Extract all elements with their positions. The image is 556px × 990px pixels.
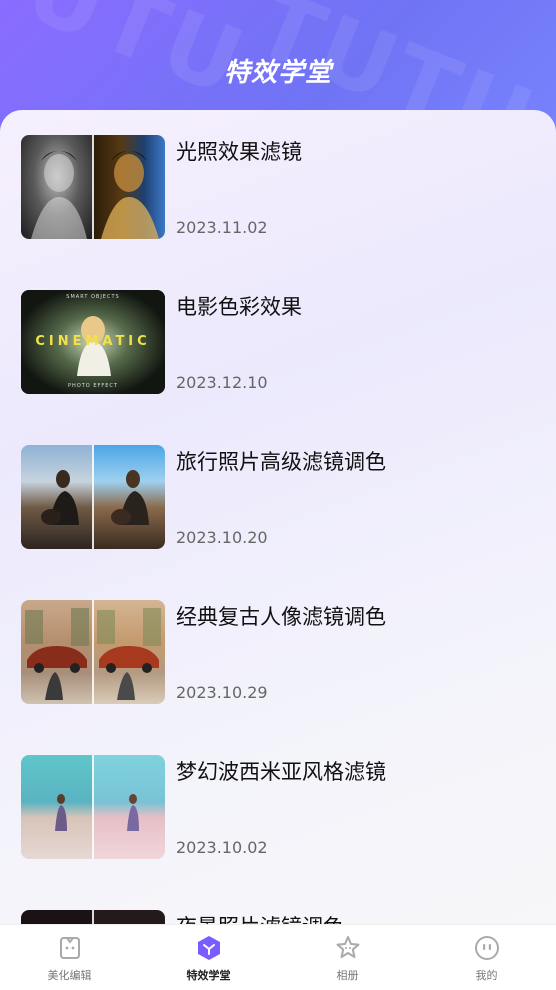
vintage-car	[97, 608, 161, 700]
article-thumbnail	[21, 755, 165, 859]
compare-divider	[92, 600, 94, 704]
list-item[interactable]: 梦幻波西米亚风格滤镜 2023.10.02	[21, 755, 541, 861]
tab-label: 特效学堂	[186, 969, 231, 982]
portrait-silhouette	[31, 151, 87, 239]
article-thumbnail: SMART OBJECTS CINEMATIC PHOTO EFFECT	[21, 290, 165, 394]
thumb-bottom-text: PHOTO EFFECT	[68, 383, 118, 389]
thumb-top-text: SMART OBJECTS	[66, 294, 120, 300]
tab-label: 我的	[475, 969, 498, 982]
tab-label: 美化编辑	[47, 969, 92, 982]
thumb-main-text: CINEMATIC	[35, 334, 151, 349]
article-thumbnail	[21, 135, 165, 239]
article-title: 夜景照片滤镜调色	[176, 911, 344, 924]
article-date: 2023.12.10	[176, 373, 268, 392]
article-thumbnail	[21, 910, 165, 924]
compare-divider	[92, 445, 94, 549]
edit-face-icon	[60, 937, 80, 959]
article-thumbnail	[21, 445, 165, 549]
list-item[interactable]: 光照效果滤镜 2023.11.02	[21, 135, 541, 241]
article-title: 梦幻波西米亚风格滤镜	[176, 760, 386, 784]
tab-beautify-edit[interactable]: 美化编辑	[0, 925, 139, 990]
article-title: 旅行照片高级滤镜调色	[176, 450, 386, 474]
travel-figure	[111, 470, 149, 525]
travel-figure	[41, 470, 79, 525]
article-list: 光照效果滤镜 2023.11.02 SMART OBJECTS CINEMATI…	[0, 110, 556, 924]
portrait-silhouette	[101, 151, 159, 239]
page-title: 特效学堂	[223, 58, 332, 88]
compare-divider	[92, 135, 94, 239]
article-date: 2023.10.02	[176, 838, 268, 857]
list-item[interactable]: 经典复古人像滤镜调色 2023.10.29	[21, 600, 541, 706]
compare-divider	[92, 910, 94, 924]
tab-effects-academy[interactable]: 特效学堂	[139, 925, 278, 990]
album-star-icon	[336, 936, 360, 958]
article-date: 2023.11.02	[176, 218, 268, 237]
tab-mine[interactable]: 我的	[417, 925, 556, 990]
list-item[interactable]: SMART OBJECTS CINEMATIC PHOTO EFFECT 电影色…	[21, 290, 541, 396]
effects-academy-icon	[198, 936, 220, 960]
list-item[interactable]: 旅行照片高级滤镜调色 2023.10.20	[21, 445, 541, 551]
article-title: 电影色彩效果	[176, 295, 302, 319]
article-date: 2023.10.20	[176, 528, 268, 547]
tab-label: 相册	[336, 969, 359, 982]
profile-face-icon	[475, 936, 499, 960]
article-date: 2023.10.29	[176, 683, 268, 702]
article-thumbnail	[21, 600, 165, 704]
tab-album[interactable]: 相册	[278, 925, 417, 990]
vintage-car	[25, 608, 89, 700]
beach-figure	[127, 794, 139, 831]
bottom-tab-bar: 美化编辑 特效学堂 相册 我的	[0, 924, 556, 990]
article-title: 光照效果滤镜	[176, 140, 302, 164]
beach-figure	[55, 794, 67, 831]
compare-divider	[92, 755, 94, 859]
article-title: 经典复古人像滤镜调色	[176, 605, 386, 629]
list-item[interactable]: 夜景照片滤镜调色	[21, 910, 541, 924]
